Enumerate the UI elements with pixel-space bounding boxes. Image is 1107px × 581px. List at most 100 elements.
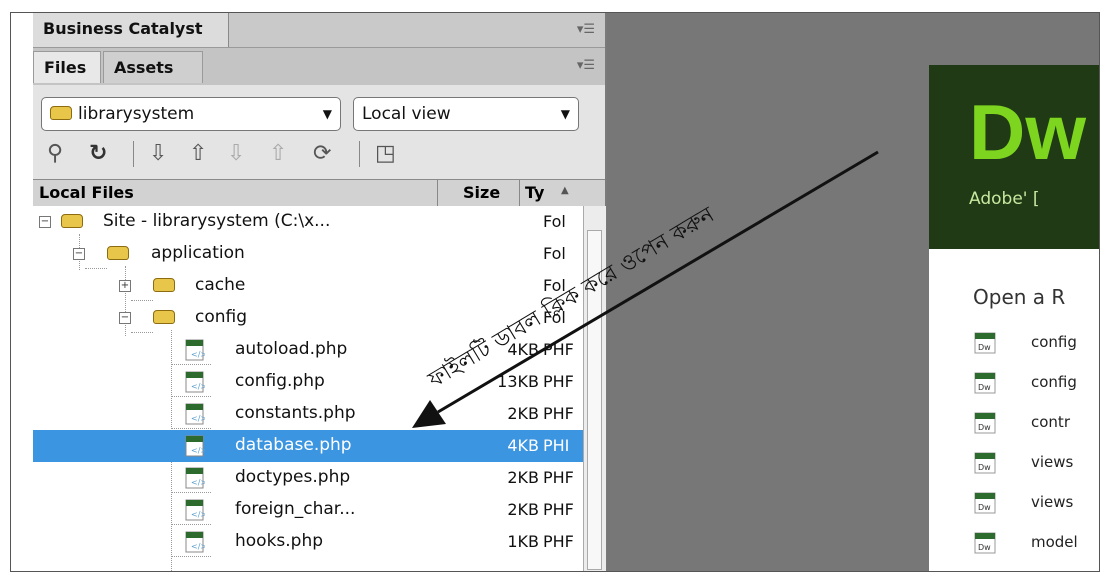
file-list-scrollbar[interactable]	[583, 206, 606, 571]
svg-text:</>: </>	[191, 350, 205, 359]
recent-file-label: config	[1031, 373, 1077, 391]
check-in-icon[interactable]: ⇧	[269, 141, 287, 166]
chevron-down-icon: ▼	[322, 107, 332, 121]
files-panel: Business Catalyst ▾☰ ▾☰ Files Assets lib…	[33, 13, 607, 571]
tree-row-label: hooks.php	[235, 531, 324, 551]
tab-assets[interactable]: Assets	[103, 51, 203, 83]
col-type[interactable]: Ty	[525, 183, 544, 202]
tree-row-type: PHF	[543, 532, 574, 551]
tree-row-config[interactable]: − config Fol	[33, 302, 583, 334]
tree-row-size: 2KB	[507, 468, 539, 487]
collapse-icon[interactable]: −	[39, 216, 51, 228]
tree-row-type: PHF	[543, 404, 574, 423]
dw-file-icon: Dw	[974, 492, 996, 514]
welcome-screen: Dw Adobe' [ Open a R Dw config Dw config…	[929, 65, 1099, 571]
php-file-icon: </>	[185, 467, 205, 489]
tree-row-size: 1KB	[507, 532, 539, 551]
tree-row-file[interactable]: </> constants.php 2KB PHF	[33, 398, 583, 430]
dw-file-icon: Dw	[974, 372, 996, 394]
svg-text:Dw: Dw	[978, 463, 991, 472]
tree-row-type: Fol	[543, 308, 566, 327]
scroll-up-icon[interactable]: ▲	[561, 185, 569, 196]
dw-file-icon: Dw	[974, 452, 996, 474]
tree-row-size: 2KB	[507, 404, 539, 423]
col-divider	[519, 180, 520, 206]
dw-file-icon: Dw	[974, 412, 996, 434]
expand-icon[interactable]: +	[119, 280, 131, 292]
tree-row-label: Site - librarysystem (C:\x...	[103, 211, 331, 231]
synchronize-icon[interactable]: ⟳	[313, 141, 331, 166]
tree-row-size: 4KB	[507, 340, 539, 359]
dw-banner: Dw Adobe' [	[929, 65, 1099, 249]
col-divider	[437, 180, 438, 206]
screenshot-frame: Business Catalyst ▾☰ ▾☰ Files Assets lib…	[10, 12, 1100, 572]
folder-icon	[153, 278, 175, 292]
tree-row-site[interactable]: − Site - librarysystem (C:\x... Fol	[33, 206, 583, 238]
tree-row-size: 4KB	[507, 436, 539, 455]
chevron-down-icon: ▼	[560, 107, 570, 121]
tab-files[interactable]: Files	[33, 51, 101, 83]
panel-menu-icon-2[interactable]: ▾☰	[577, 58, 595, 73]
tab-business-catalyst[interactable]: Business Catalyst	[33, 13, 229, 47]
tree-row-file[interactable]: </> hooks.php 1KB PHF	[33, 526, 583, 558]
panel-menu-icon[interactable]: ▾☰	[577, 22, 595, 37]
tree-row-type: PHF	[543, 468, 574, 487]
tree-row-file[interactable]: </> doctypes.php 2KB PHF	[33, 462, 583, 494]
put-files-icon[interactable]: ⇧	[189, 141, 207, 166]
tree-row-file[interactable]: </> config.php 13KB PHF	[33, 366, 583, 398]
file-list-header: Local Files Size Ty ▲	[33, 179, 605, 207]
recent-file-label: config	[1031, 333, 1077, 351]
tree-row-application[interactable]: − application Fol	[33, 238, 583, 270]
tree-row-size: 2KB	[507, 500, 539, 519]
collapse-icon[interactable]: −	[119, 312, 131, 324]
tree-row-type: PHF	[543, 500, 574, 519]
php-file-icon: </>	[185, 339, 205, 361]
check-out-icon[interactable]: ⇩	[227, 141, 245, 166]
toolbar-separator	[359, 141, 360, 167]
svg-text:</>: </>	[191, 414, 205, 423]
svg-text:Dw: Dw	[978, 543, 991, 552]
get-files-icon[interactable]: ⇩	[149, 141, 167, 166]
tree-row-file-selected[interactable]: </> database.php 4KB PHI	[33, 430, 583, 462]
collapse-icon[interactable]: −	[73, 248, 85, 260]
php-file-icon: </>	[185, 371, 205, 393]
file-tree: − Site - librarysystem (C:\x... Fol − ap…	[33, 206, 583, 571]
toolbar-separator	[133, 141, 134, 167]
expand-panel-icon[interactable]: ◳	[375, 141, 396, 166]
dw-subtitle: Adobe' [	[969, 189, 1040, 209]
site-dropdown[interactable]: librarysystem ▼	[41, 97, 341, 131]
svg-text:</>: </>	[191, 446, 205, 455]
php-file-icon: </>	[185, 499, 205, 521]
tree-row-label: doctypes.php	[235, 467, 351, 487]
connect-icon[interactable]: ⚲	[47, 141, 63, 166]
php-file-icon: </>	[185, 435, 205, 457]
panel-topbar: Business Catalyst ▾☰	[33, 13, 605, 47]
folder-icon	[61, 214, 83, 228]
dw-file-icon: Dw	[974, 332, 996, 354]
folder-icon	[153, 310, 175, 324]
svg-text:</>: </>	[191, 542, 205, 551]
tree-row-file[interactable]: </> foreign_char... 2KB PHF	[33, 494, 583, 526]
tree-row-type: Fol	[543, 212, 566, 231]
php-file-icon: </>	[185, 403, 205, 425]
tree-row-type: Fol	[543, 276, 566, 295]
svg-text:</>: </>	[191, 478, 205, 487]
tree-row-cache[interactable]: + cache Fol	[33, 270, 583, 302]
recent-file-label: contr	[1031, 413, 1070, 431]
dw-file-icon: Dw	[974, 532, 996, 554]
tree-row-label: foreign_char...	[235, 499, 356, 519]
view-dropdown-value: Local view	[362, 104, 451, 124]
refresh-icon[interactable]: ↻	[89, 141, 107, 166]
scrollbar-thumb[interactable]	[587, 230, 602, 570]
recent-file-label: views	[1031, 453, 1074, 471]
folder-icon	[50, 106, 72, 120]
col-local-files[interactable]: Local Files	[39, 183, 134, 202]
col-size[interactable]: Size	[463, 183, 500, 202]
view-dropdown[interactable]: Local view ▼	[353, 97, 579, 131]
svg-text:Dw: Dw	[978, 383, 991, 392]
tree-row-label: database.php	[235, 435, 352, 455]
svg-text:Dw: Dw	[978, 343, 991, 352]
tree-row-label: config	[195, 307, 248, 327]
tree-row-file[interactable]: </> autoload.php 4KB PHF	[33, 334, 583, 366]
tree-row-label: cache	[195, 275, 246, 295]
